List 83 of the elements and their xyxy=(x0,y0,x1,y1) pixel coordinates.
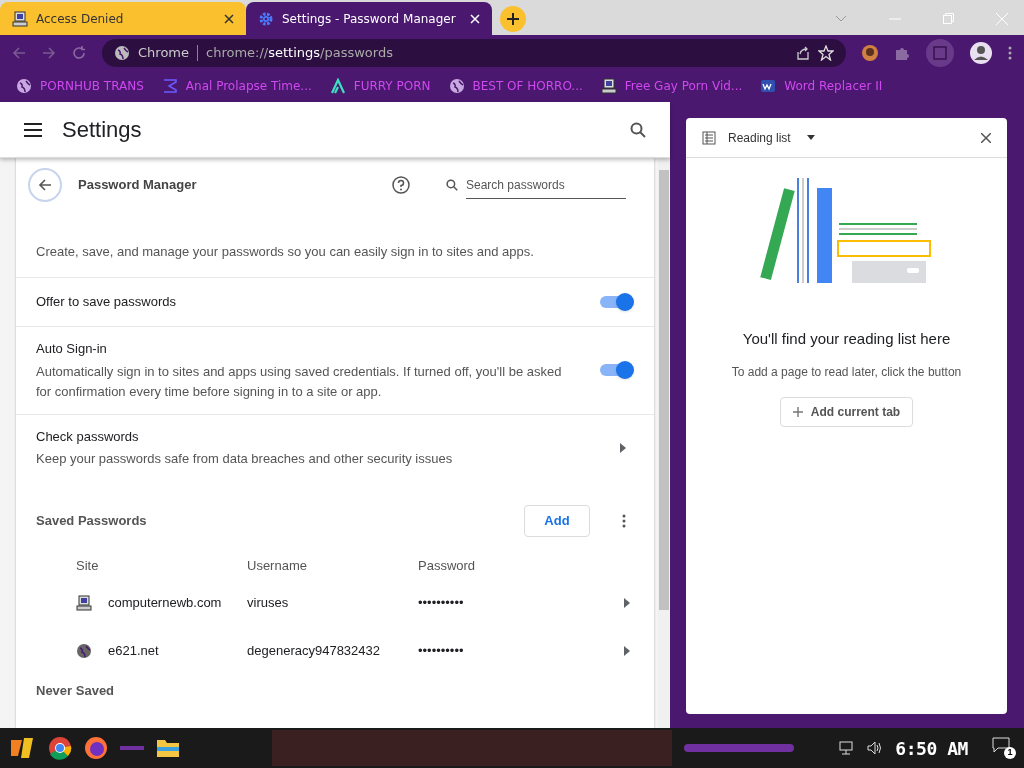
volume-icon[interactable] xyxy=(867,741,884,755)
plus-icon xyxy=(792,406,803,417)
profile-icon[interactable] xyxy=(970,41,992,64)
extension-avatar-icon[interactable] xyxy=(862,44,878,61)
setting-label: Auto Sign-in xyxy=(36,340,108,358)
url-text: /passwords xyxy=(320,43,393,62)
setting-label: Offer to save passwords xyxy=(36,293,177,312)
bookmark-item[interactable]: PORNHUB TRANS xyxy=(40,77,144,95)
more-icon[interactable] xyxy=(622,513,626,528)
globe-icon xyxy=(448,78,465,94)
description-text: Create, save, and manage your passwords so you can easily sign in to sites and apps. xyxy=(36,242,534,261)
notification-icon[interactable] xyxy=(992,737,1010,753)
close-icon[interactable] xyxy=(224,13,234,24)
search-field[interactable]: Search passwords xyxy=(446,171,626,199)
close-icon[interactable] xyxy=(981,132,991,143)
scrollbar[interactable] xyxy=(658,158,670,728)
globe-icon xyxy=(76,642,92,659)
empty-text: To add a page to read later, click the button xyxy=(730,363,963,381)
globe-icon xyxy=(16,78,32,94)
panel-selector[interactable]: Reading list xyxy=(728,128,815,147)
computer-icon xyxy=(12,10,28,27)
site-cell-text: computernewb.com xyxy=(108,593,222,612)
add-button[interactable]: Add xyxy=(524,504,590,537)
site-label: Chrome xyxy=(138,43,189,62)
section-heading: Saved Passwords xyxy=(36,511,148,530)
list-icon xyxy=(702,130,716,145)
setting-label: Check passwords xyxy=(36,427,140,446)
username-cell-text: viruses xyxy=(247,593,290,612)
side-panel-icon xyxy=(933,45,947,60)
wr-icon xyxy=(760,78,777,94)
section-heading: Never Saved xyxy=(35,681,116,700)
gear-icon xyxy=(258,10,274,27)
plus-icon xyxy=(507,12,519,25)
password-cell-text: •••••••••• xyxy=(418,593,465,612)
bookmark-item[interactable]: FURRY PORN xyxy=(353,77,431,95)
share-icon[interactable] xyxy=(796,45,810,60)
url-text: settings xyxy=(268,43,321,62)
bookmark-item[interactable]: BEST OF HORRO... xyxy=(472,77,583,95)
search-icon xyxy=(446,179,458,191)
column-header: Site xyxy=(76,556,100,575)
notification-count: 1 xyxy=(1004,747,1016,759)
bookmark-item[interactable]: Anal Prolapse Time... xyxy=(185,77,312,95)
toggle-switch[interactable] xyxy=(600,293,634,311)
computer-icon xyxy=(600,78,617,94)
new-tab-button[interactable] xyxy=(500,5,526,32)
settings-title: Settings xyxy=(62,116,143,144)
bookmark-item[interactable]: Free Gay Porn Vid... xyxy=(624,77,743,95)
network-icon[interactable] xyxy=(839,741,856,755)
firefox-icon[interactable] xyxy=(84,736,108,760)
page-title: Password Manager xyxy=(78,176,198,195)
setting-description: Automatically sign in to sites and apps using saved credentials. If turned off, you'll be asked for confirmation every time before signing in to a site or app. xyxy=(36,362,563,401)
tab-title: Access Denied xyxy=(36,10,125,28)
lambda-icon xyxy=(329,78,346,94)
menu-icon[interactable] xyxy=(24,122,42,137)
add-current-tab-button[interactable]: Add current tab xyxy=(779,396,914,427)
password-cell-text: •••••••••• xyxy=(418,641,465,660)
back-arrow-icon xyxy=(38,178,52,192)
help-icon[interactable] xyxy=(392,176,410,194)
reload-icon[interactable] xyxy=(72,45,86,60)
arrow-right-icon[interactable] xyxy=(624,645,630,656)
back-button[interactable] xyxy=(28,168,62,202)
column-header: Username xyxy=(247,556,308,575)
setting-description: Keep your passwords safe from data breaches and other security issues xyxy=(36,450,454,468)
sigma-icon xyxy=(161,78,178,94)
arrow-right-icon[interactable] xyxy=(620,442,626,453)
address-bar[interactable]: Chrome chrome://settings/passwords xyxy=(102,38,846,67)
browser-tab[interactable]: Access Denied xyxy=(0,2,246,35)
computer-icon xyxy=(76,594,92,611)
folder-icon[interactable] xyxy=(156,737,180,759)
url-text: chrome:// xyxy=(206,43,269,62)
tab-title: Settings - Password Manager xyxy=(282,10,457,28)
empty-heading: You'll find your reading list here xyxy=(741,329,952,349)
star-icon[interactable] xyxy=(818,44,834,61)
arrow-right-icon[interactable] xyxy=(624,597,630,608)
site-cell-text: e621.net xyxy=(108,641,159,660)
browser-tab[interactable]: Settings - Password Manager xyxy=(246,2,492,35)
column-header: Password xyxy=(418,556,477,575)
bookmark-item[interactable]: Word Replacer II xyxy=(784,77,883,95)
clock[interactable]: 6:50 AM xyxy=(895,734,968,762)
search-icon[interactable] xyxy=(630,121,646,138)
caret-icon xyxy=(806,135,815,140)
username-cell-text: degeneracy947832432 xyxy=(247,641,381,660)
toggle-switch[interactable] xyxy=(600,361,634,380)
